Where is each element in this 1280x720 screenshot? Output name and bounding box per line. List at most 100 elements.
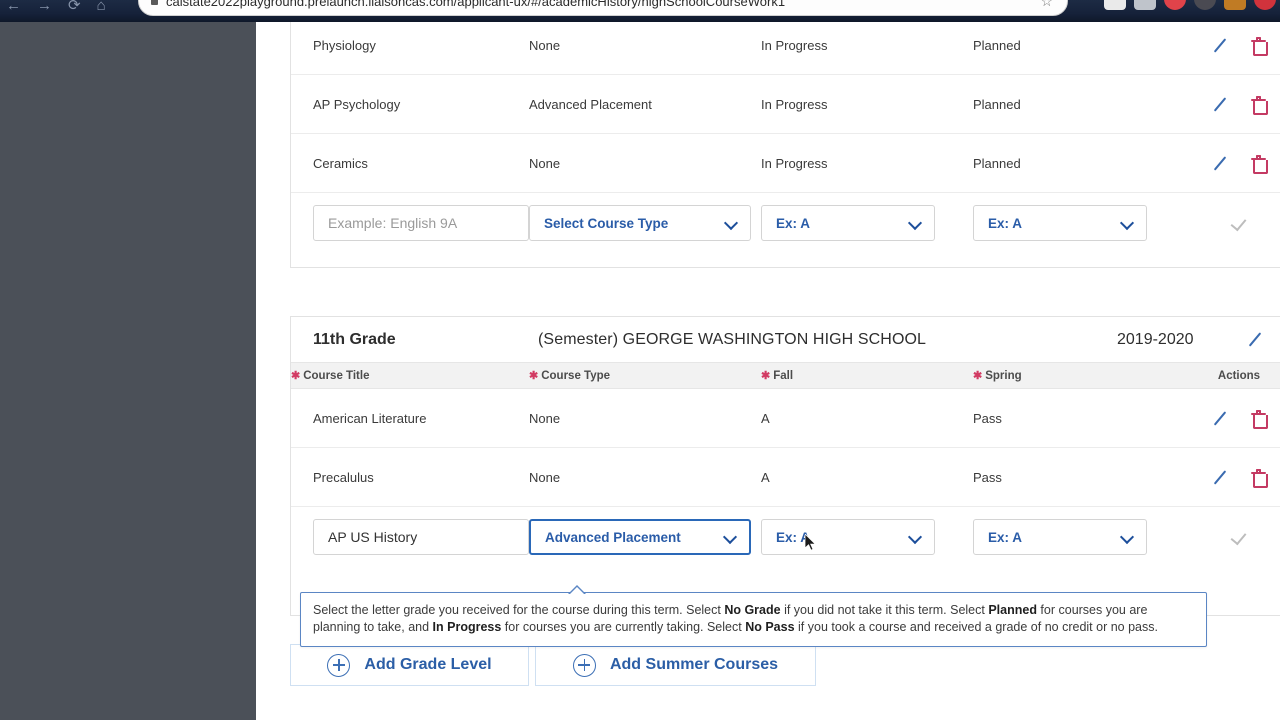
- course-type-select[interactable]: Select Course Type: [529, 205, 751, 241]
- tooltip-bold-no-grade: No Grade: [724, 603, 781, 617]
- edit-icon[interactable]: [1212, 37, 1229, 54]
- back-icon[interactable]: ←: [6, 0, 21, 16]
- grade-level-label: 11th Grade: [313, 330, 396, 348]
- extension-icon-1[interactable]: [1104, 0, 1126, 10]
- new-course-entry-row: AP US History Advanced Placement Ex: A E…: [291, 507, 1280, 567]
- home-icon[interactable]: ⌂: [97, 0, 106, 16]
- course-type-select[interactable]: Advanced Placement: [529, 519, 751, 555]
- cell-fall: A: [761, 410, 770, 426]
- left-side-panel: [0, 22, 256, 720]
- fall-grade-select-value: Ex: A: [776, 529, 811, 545]
- edit-icon[interactable]: [1212, 96, 1229, 113]
- new-course-entry-row-upper: Example: English 9A Select Course Type E…: [291, 193, 1280, 253]
- coursework-table-card-upper: Physiology None In Progress Planned AP P…: [290, 22, 1280, 268]
- cell-course-title: AP Psychology: [313, 96, 401, 112]
- site-info-icon[interactable]: [151, 0, 158, 5]
- extension-icon-4[interactable]: [1194, 0, 1216, 10]
- cell-course-title: Physiology: [313, 37, 376, 53]
- column-header-row: ✱ Course Title ✱ Course Type ✱ Fall ✱ Spring…: [291, 363, 1280, 389]
- add-summer-courses-button[interactable]: Add Summer Courses: [535, 644, 816, 686]
- required-asterisk-icon: ✱: [529, 370, 539, 382]
- cell-course-type: None: [529, 410, 561, 426]
- tooltip-text-4: for courses you are currently taking. Se…: [501, 620, 746, 634]
- course-title-input[interactable]: Example: English 9A: [313, 205, 529, 241]
- tooltip-bold-planned: Planned: [988, 603, 1037, 617]
- extension-icon-5[interactable]: [1224, 0, 1246, 10]
- cell-course-type: None: [529, 469, 561, 485]
- required-asterisk-icon: ✱: [761, 370, 771, 382]
- confirm-entry-icon[interactable]: [1231, 529, 1248, 546]
- fall-grade-select[interactable]: Ex: A: [761, 519, 935, 555]
- cell-fall: In Progress: [761, 96, 828, 112]
- table-row[interactable]: Physiology None In Progress Planned: [291, 22, 1280, 75]
- page-viewport: Physiology None In Progress Planned AP P…: [0, 22, 1280, 720]
- browser-chrome: ← → ⟳ ⌂ calstate2022playground.prelaunch…: [0, 0, 1280, 22]
- cell-spring: Planned: [973, 155, 1021, 171]
- cell-spring: Pass: [973, 410, 1002, 426]
- add-grade-level-label: Add Grade Level: [364, 656, 492, 673]
- delete-icon[interactable]: [1251, 95, 1268, 115]
- extension-icon-2[interactable]: [1134, 0, 1156, 10]
- tooltip-arrow-icon: [568, 585, 586, 595]
- address-bar[interactable]: calstate2022playground.prelaunch.liaison…: [138, 0, 1068, 16]
- extension-icons: [1104, 0, 1276, 10]
- cell-course-title: Ceramics: [313, 155, 368, 171]
- extension-icon-3[interactable]: [1164, 0, 1186, 10]
- delete-icon[interactable]: [1251, 36, 1268, 56]
- spring-grade-select[interactable]: Ex: A: [973, 205, 1147, 241]
- required-asterisk-icon: ✱: [973, 370, 983, 382]
- cell-course-type: None: [529, 37, 561, 53]
- spring-grade-select[interactable]: Ex: A: [973, 519, 1147, 555]
- fall-grade-select-value: Ex: A: [776, 215, 811, 231]
- chevron-down-icon: [1121, 531, 1134, 544]
- fall-grade-select[interactable]: Ex: A: [761, 205, 935, 241]
- extension-icon-6[interactable]: [1254, 0, 1276, 10]
- chevron-down-icon: [1121, 217, 1134, 230]
- table-row[interactable]: Ceramics None In Progress Planned: [291, 134, 1280, 193]
- cell-fall: In Progress: [761, 155, 828, 171]
- column-header-actions: Actions: [1217, 369, 1261, 382]
- cell-fall: A: [761, 469, 770, 485]
- course-title-input[interactable]: AP US History: [313, 519, 529, 555]
- edit-grade-section-icon[interactable]: [1247, 331, 1264, 348]
- address-bar-url: calstate2022playground.prelaunch.liaison…: [166, 0, 786, 9]
- grade-section-header: 11th Grade (Semester) GEORGE WASHINGTON …: [291, 317, 1280, 363]
- tooltip-text-1: Select the letter grade you received for…: [313, 603, 725, 617]
- column-header-course-type: ✱ Course Type: [529, 370, 611, 382]
- table-row[interactable]: American Literature None A Pass: [291, 389, 1280, 448]
- confirm-entry-icon[interactable]: [1231, 215, 1248, 232]
- browser-nav-icons: ← → ⟳ ⌂: [6, 0, 106, 16]
- cell-actions: [1185, 95, 1280, 115]
- course-type-select-value: Advanced Placement: [545, 529, 681, 545]
- column-header-fall: ✱ Fall: [761, 370, 794, 382]
- edit-icon[interactable]: [1212, 155, 1229, 172]
- delete-icon[interactable]: [1251, 154, 1268, 174]
- cell-actions: [1185, 36, 1280, 56]
- cell-actions: [1185, 154, 1280, 174]
- academic-years-label: 2019-2020: [1117, 330, 1194, 348]
- grade-section-card-11th: 11th Grade (Semester) GEORGE WASHINGTON …: [290, 316, 1280, 616]
- required-asterisk-icon: ✱: [291, 370, 301, 382]
- cell-actions: [1185, 468, 1280, 488]
- edit-icon[interactable]: [1212, 469, 1229, 486]
- bookmark-star-icon[interactable]: ☆: [1040, 0, 1053, 8]
- chevron-down-icon: [724, 531, 737, 544]
- delete-icon[interactable]: [1251, 409, 1268, 429]
- cell-course-type: None: [529, 155, 561, 171]
- cell-actions: [1185, 409, 1280, 429]
- add-grade-level-button[interactable]: Add Grade Level: [290, 644, 529, 686]
- table-row[interactable]: AP Psychology Advanced Placement In Prog…: [291, 75, 1280, 134]
- tooltip-text-2: if you did not take it this term. Select: [780, 603, 989, 617]
- cell-spring: Pass: [973, 469, 1002, 485]
- cell-fall: In Progress: [761, 37, 828, 53]
- forward-icon[interactable]: →: [37, 0, 52, 16]
- edit-icon[interactable]: [1212, 410, 1229, 427]
- cell-course-title: American Literature: [313, 410, 427, 426]
- delete-icon[interactable]: [1251, 468, 1268, 488]
- table-row[interactable]: Precalulus None A Pass: [291, 448, 1280, 507]
- cell-course-title: Precalulus: [313, 469, 374, 485]
- cell-spring: Planned: [973, 37, 1021, 53]
- reload-icon[interactable]: ⟳: [68, 0, 81, 16]
- tooltip-bold-no-pass: No Pass: [745, 620, 795, 634]
- chevron-down-icon: [909, 217, 922, 230]
